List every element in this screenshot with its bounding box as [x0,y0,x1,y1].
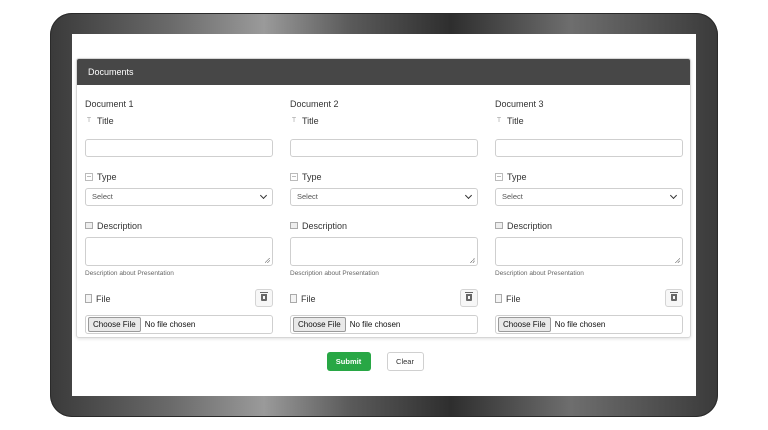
text-icon [85,117,93,125]
type-label-text: Type [97,171,117,182]
panel-header: Documents [77,59,690,85]
choose-file-button[interactable]: Choose File [498,316,551,332]
chevron-down-icon [464,191,473,199]
title-input[interactable] [290,138,478,157]
no-file-text: No file chosen [554,319,606,329]
file-input[interactable]: Choose File No file chosen [85,314,273,334]
file-label: File [85,293,273,305]
type-select[interactable]: Select [85,187,273,206]
title-input[interactable] [495,138,683,157]
description-textarea[interactable] [495,236,683,266]
form-actions: Submit Clear [72,352,696,371]
no-file-text: No file chosen [144,319,196,329]
choose-file-button[interactable]: Choose File [88,316,141,332]
document-title: Document 1 [85,99,134,109]
resize-grip-icon[interactable] [675,257,680,263]
description-textarea[interactable] [290,236,478,266]
documents-panel: Documents Document 1 Title Type [76,58,691,338]
textbox-icon [85,222,93,229]
type-label: Type [290,171,478,183]
textbox-icon [495,222,503,229]
file-row: File [495,288,683,315]
file-label-text: File [96,293,111,304]
file-label: File [290,293,478,305]
description-label-text: Description [302,220,348,231]
title-label-text: Title [507,116,524,126]
document-title: Document 2 [290,99,339,109]
title-label-text: Title [97,116,114,126]
description-label: Description [290,220,478,232]
type-label-text: Type [507,171,527,182]
title-label: Title [290,115,478,127]
description-help: Description about Presentation [290,269,379,277]
chevron-down-icon [669,191,678,199]
file-label-text: File [301,293,316,304]
list-icon [85,172,93,181]
trash-icon [260,291,268,301]
choose-file-button[interactable]: Choose File [293,316,346,332]
no-file-text: No file chosen [349,319,401,329]
clear-button[interactable]: Clear [386,352,424,371]
type-select[interactable]: Select [290,187,478,206]
type-label: Type [495,171,683,183]
type-select-value: Select [92,191,113,201]
description-textarea[interactable] [85,236,273,266]
title-label: Title [85,115,273,127]
file-row: File [290,288,478,315]
type-label: Type [85,171,273,183]
type-select-value: Select [502,191,523,201]
file-label-text: File [506,293,521,304]
list-icon [495,172,503,181]
type-select-value: Select [297,191,318,201]
title-label-text: Title [302,116,319,126]
text-icon [290,117,298,125]
title-input[interactable] [85,138,273,157]
document-column-3: Document 3 Title Type Select [495,97,683,334]
description-label: Description [495,220,683,232]
delete-file-button[interactable] [665,288,683,307]
chevron-down-icon [259,191,268,199]
documents-columns: Document 1 Title Type Select [85,97,683,334]
description-label-text: Description [507,220,553,231]
type-select[interactable]: Select [495,187,683,206]
title-label: Title [495,115,683,127]
delete-file-button[interactable] [460,288,478,307]
document-title: Document 3 [495,99,544,109]
resize-grip-icon[interactable] [470,257,475,263]
file-label: File [495,293,683,305]
delete-file-button[interactable] [255,288,273,307]
list-icon [290,172,298,181]
resize-grip-icon[interactable] [265,257,270,263]
text-icon [495,117,503,125]
description-help: Description about Presentation [85,269,174,277]
trash-icon [670,291,678,301]
file-row: File [85,288,273,315]
file-icon [495,294,502,303]
description-help: Description about Presentation [495,269,584,277]
file-icon [85,294,92,303]
trash-icon [465,291,473,301]
file-icon [290,294,297,303]
description-label-text: Description [97,220,143,231]
description-label: Description [85,220,273,232]
screen: Documents Document 1 Title Type [72,34,696,396]
submit-button[interactable]: Submit [326,352,371,371]
document-column-1: Document 1 Title Type Select [85,97,273,334]
file-input[interactable]: Choose File No file chosen [495,314,683,334]
textbox-icon [290,222,298,229]
document-column-2: Document 2 Title Type Select [290,97,478,334]
file-input[interactable]: Choose File No file chosen [290,314,478,334]
type-label-text: Type [302,171,322,182]
